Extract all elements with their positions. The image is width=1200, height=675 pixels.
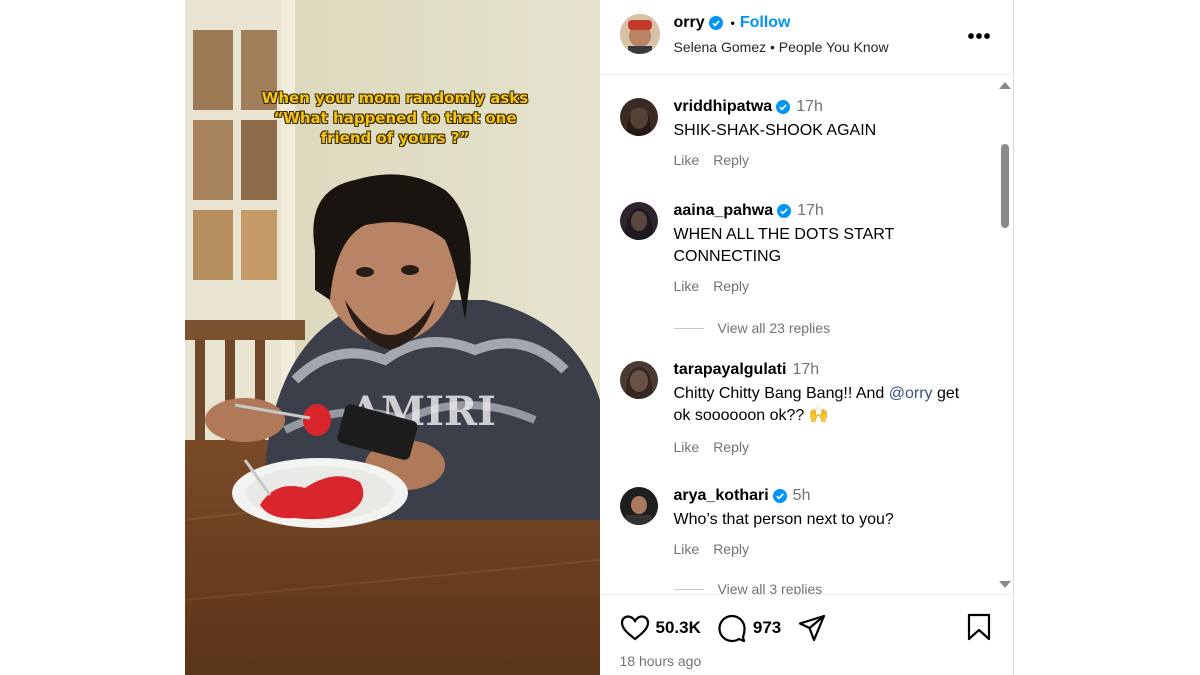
- comment-time[interactable]: 17h: [796, 98, 823, 116]
- comment-text: WHEN ALL THE DOTS START CONNECTING: [673, 226, 895, 265]
- comment-actions: Like Reply: [674, 541, 749, 557]
- author-subtitle[interactable]: Selena Gomez • People You Know: [674, 39, 889, 55]
- scroll-down-arrow-icon[interactable]: [999, 581, 1011, 588]
- comment-username[interactable]: tarapayalgulati: [674, 361, 787, 379]
- post-header: orry • Follow Selena Gomez • People You …: [599, 0, 1014, 75]
- like-comment-button[interactable]: Like: [674, 152, 700, 168]
- bookmark-icon: [967, 613, 990, 641]
- comment-time[interactable]: 5h: [793, 487, 811, 505]
- comment-time[interactable]: 17h: [797, 202, 824, 220]
- comment-text-part: Chitty Chitty Bang Bang!! And: [673, 385, 889, 402]
- comment-author: tarapayalgulati 17h: [674, 361, 820, 379]
- reply-button[interactable]: Reply: [713, 439, 749, 455]
- share-icon: [799, 614, 826, 642]
- comment-text: Chitty Chitty Bang Bang!! And @orry get …: [674, 383, 974, 427]
- comment-item: vriddhipatwa 17h SHIK-SHAK-SHOOK AGAIN L…: [600, 98, 1000, 198]
- like-button[interactable]: 50.3K: [620, 614, 717, 642]
- heart-icon: [620, 615, 649, 641]
- comments-count: 973: [752, 618, 782, 637]
- post-side-panel: orry • Follow Selena Gomez • People You …: [599, 0, 1014, 675]
- comment-author: aaina_pahwa 17h: [674, 202, 824, 220]
- comment-time[interactable]: 17h: [792, 361, 819, 379]
- video-caption-overlay: When your mom randomly asks “What happen…: [225, 88, 565, 148]
- verified-icon: [777, 204, 792, 218]
- overlay-line-1: When your mom randomly asks: [261, 89, 529, 107]
- separator-dot: •: [730, 16, 735, 30]
- comment-text: Who’s that person next to you?: [673, 511, 894, 528]
- like-comment-button[interactable]: Like: [674, 439, 700, 455]
- verified-icon: [708, 16, 723, 30]
- like-comment-button[interactable]: Like: [674, 541, 700, 557]
- author-username[interactable]: orry: [674, 14, 705, 32]
- avatar[interactable]: [619, 487, 658, 525]
- comments-list[interactable]: vriddhipatwa 17h SHIK-SHAK-SHOOK AGAIN L…: [600, 76, 1014, 594]
- save-button[interactable]: [966, 613, 992, 646]
- post-actions-bar: 50.3K 973 18 hours ago: [599, 594, 1014, 675]
- comment-actions: Like Reply: [674, 278, 749, 294]
- comment-username[interactable]: aaina_pahwa: [674, 202, 774, 220]
- avatar[interactable]: [619, 98, 658, 136]
- comment-item: tarapayalgulati 17h Chitty Chitty Bang B…: [600, 361, 1000, 461]
- more-icon[interactable]: •••: [967, 26, 991, 49]
- comment-icon: [718, 614, 746, 643]
- view-replies-button[interactable]: View all 3 replies: [673, 581, 823, 594]
- author-line: orry • Follow: [674, 14, 791, 32]
- action-buttons: 50.3K 973: [620, 613, 828, 643]
- view-replies-label: View all 23 replies: [717, 320, 831, 336]
- verified-icon: [772, 489, 787, 503]
- comment-author: arya_kothari 5h: [674, 487, 811, 505]
- post-modal: AMIRI When your mom randomly asks “What …: [185, 0, 1014, 675]
- overlay-line-3: friend of yours ?”: [320, 129, 470, 147]
- view-replies-button[interactable]: View all 23 replies: [673, 320, 831, 336]
- comment-button[interactable]: 973: [717, 613, 797, 643]
- follow-button[interactable]: Follow: [740, 14, 791, 32]
- share-button[interactable]: [797, 613, 827, 643]
- divider: [673, 327, 704, 329]
- reply-button[interactable]: Reply: [713, 152, 749, 168]
- comment-username[interactable]: vriddhipatwa: [674, 98, 773, 116]
- like-comment-button[interactable]: Like: [674, 278, 700, 294]
- verified-icon: [776, 100, 791, 114]
- mention-link[interactable]: @orry: [889, 385, 933, 402]
- avatar-image: [619, 14, 660, 54]
- divider: [673, 588, 704, 590]
- overlay-line-2: “What happened to that one: [273, 109, 517, 127]
- comment-username[interactable]: arya_kothari: [674, 487, 769, 505]
- avatar[interactable]: [619, 202, 658, 240]
- comment-item: arya_kothari 5h Who’s that person next t…: [600, 487, 1000, 594]
- avatar[interactable]: [619, 361, 658, 399]
- comment-author: vriddhipatwa 17h: [674, 98, 823, 116]
- view-replies-label: View all 3 replies: [717, 581, 823, 594]
- scroll-thumb[interactable]: [1001, 144, 1009, 228]
- reply-button[interactable]: Reply: [713, 541, 749, 557]
- scroll-up-arrow-icon[interactable]: [999, 82, 1011, 89]
- comment-item: aaina_pahwa 17h WHEN ALL THE DOTS START …: [600, 202, 1000, 342]
- avatar[interactable]: [619, 14, 660, 54]
- likes-count[interactable]: 50.3K: [656, 618, 701, 638]
- post-timestamp[interactable]: 18 hours ago: [620, 653, 702, 669]
- video-player[interactable]: AMIRI When your mom randomly asks “What …: [185, 0, 600, 675]
- comments-scrollbar[interactable]: [999, 76, 1011, 594]
- comment-text: SHIK-SHAK-SHOOK AGAIN: [673, 122, 877, 139]
- comment-actions: Like Reply: [674, 439, 749, 455]
- reply-button[interactable]: Reply: [713, 278, 749, 294]
- comment-actions: Like Reply: [674, 152, 749, 168]
